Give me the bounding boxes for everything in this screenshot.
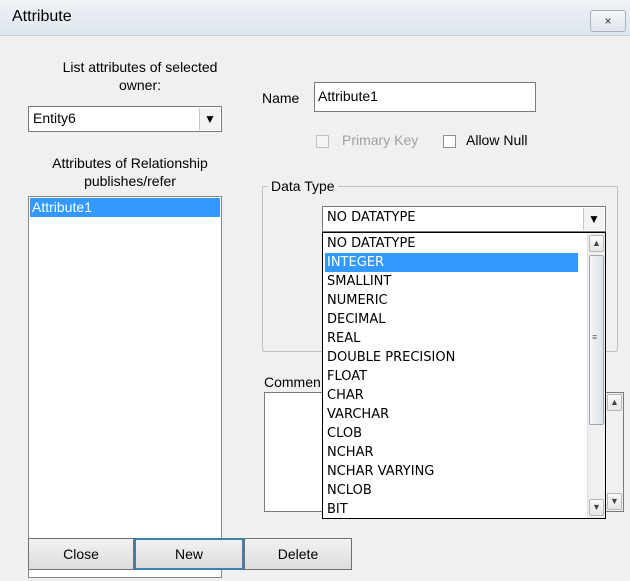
data-type-dropdown-list[interactable]: NO DATATYPE INTEGER SMALLINT NUMERIC DEC… — [322, 232, 606, 519]
attributes-list-label: Attributes of Relationship publishes/ref… — [52, 155, 208, 189]
dropdown-option[interactable]: REAL — [325, 329, 578, 348]
dropdown-option[interactable]: CHAR — [325, 386, 578, 405]
name-label: Name — [262, 90, 300, 106]
data-type-select-value: NO DATATYPE — [327, 210, 416, 225]
owner-select[interactable]: Entity6 ▼ — [28, 106, 222, 132]
title-bar: Attribute × — [0, 0, 630, 36]
dropdown-option[interactable]: SMALLINT — [325, 272, 578, 291]
comment-scrollbar[interactable]: ▲ ▼ — [605, 393, 623, 511]
dropdown-option[interactable]: CLOB — [325, 424, 578, 443]
primary-key-label: Primary Key — [342, 132, 419, 148]
dropdown-option[interactable]: NCHAR — [325, 443, 578, 462]
dropdown-option[interactable]: DOUBLE PRECISION — [325, 348, 578, 367]
attributes-list[interactable]: Attribute1 — [28, 196, 222, 578]
name-field-value: Attribute1 — [318, 88, 378, 104]
list-item[interactable]: Attribute1 — [30, 198, 220, 217]
dropdown-option[interactable]: NO DATATYPE — [325, 234, 578, 253]
dropdown-option-highlighted[interactable]: INTEGER — [325, 253, 578, 272]
new-button[interactable]: New — [134, 538, 244, 570]
scroll-up-icon[interactable]: ▲ — [607, 394, 622, 411]
scrollbar-thumb[interactable]: ≡ — [589, 255, 604, 425]
owner-label: List attributes of selected owner: — [62, 59, 218, 93]
data-type-group-label: Data Type — [268, 178, 338, 194]
dropdown-scrollbar[interactable]: ▲ ≡ ▼ — [587, 233, 605, 518]
delete-button[interactable]: Delete — [244, 538, 352, 570]
grip-icon: ≡ — [592, 332, 598, 342]
allow-null-checkbox[interactable] — [443, 135, 456, 148]
dropdown-option[interactable]: FLOAT — [325, 367, 578, 386]
dropdown-option[interactable]: DECIMAL — [325, 310, 578, 329]
dropdown-option[interactable]: NUMERIC — [325, 291, 578, 310]
close-window-button[interactable]: × — [590, 10, 626, 32]
dropdown-option[interactable]: NCLOB — [325, 481, 578, 500]
scroll-down-icon[interactable]: ▼ — [589, 499, 604, 516]
primary-key-checkbox[interactable] — [316, 135, 329, 148]
dropdown-option[interactable]: NCHAR VARYING — [325, 462, 578, 481]
data-type-select[interactable]: NO DATATYPE ▼ — [322, 206, 606, 232]
comment-label: Commen — [264, 374, 321, 390]
close-icon: × — [604, 14, 612, 28]
dropdown-option[interactable]: BIT — [325, 500, 578, 518]
window-title: Attribute — [12, 8, 72, 25]
dropdown-option[interactable]: VARCHAR — [325, 405, 578, 424]
scroll-up-icon[interactable]: ▲ — [589, 235, 604, 252]
chevron-down-icon[interactable]: ▼ — [199, 108, 220, 130]
name-field[interactable]: Attribute1 — [314, 82, 536, 112]
chevron-down-icon[interactable]: ▼ — [583, 208, 604, 230]
close-button[interactable]: Close — [28, 538, 134, 570]
scroll-down-icon[interactable]: ▼ — [607, 493, 622, 510]
allow-null-label: Allow Null — [466, 132, 528, 148]
owner-select-value: Entity6 — [33, 110, 76, 126]
